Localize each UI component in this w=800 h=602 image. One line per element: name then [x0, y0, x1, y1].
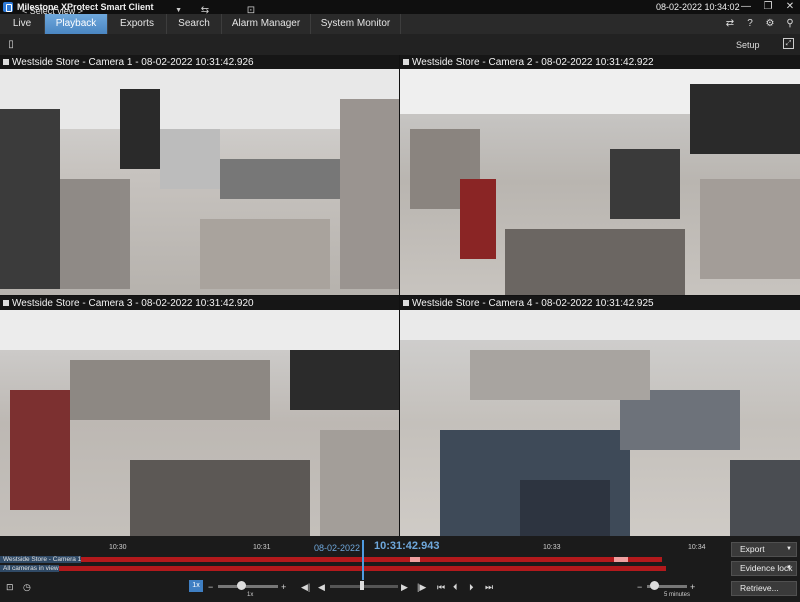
camera-tile-1[interactable]: Westside Store - Camera 1 - 08-02-2022 1…: [0, 55, 399, 295]
camera-icon: [3, 59, 9, 65]
settings-icon[interactable]: ⚙: [764, 18, 776, 30]
camera-feed-image: [400, 69, 800, 295]
zoom-slider-knob[interactable]: [650, 581, 659, 590]
all-cameras-track[interactable]: All cameras in view: [0, 565, 728, 572]
tab-system-monitor[interactable]: System Monitor: [311, 14, 401, 34]
actions-panel: Export ▼ Evidence lock ▼ Retrieve...: [728, 536, 800, 602]
track-label: All cameras in view: [0, 565, 59, 572]
tick-label: 10:31: [253, 544, 271, 551]
current-time: 10:31:42.943: [374, 540, 440, 552]
tick-label: 10:34: [688, 544, 706, 551]
speed-toggle[interactable]: 1x: [189, 580, 203, 592]
pane-toggle-icon[interactable]: ▯: [4, 38, 18, 52]
camera-feed-image: [0, 69, 399, 295]
maximize-icon[interactable]: ❐: [762, 1, 774, 13]
view-select-value: < Select view >: [22, 5, 84, 16]
workspace-tabs: Live Playback Exports Search Alarm Manag…: [0, 14, 800, 34]
view-toolbar: ▯: [0, 34, 800, 55]
timeline-date: 08-02-2022: [314, 543, 361, 553]
previous-sequence-icon[interactable]: ⏮: [437, 581, 445, 593]
retrieve-label: Retrieve...: [740, 583, 779, 593]
speed-slider[interactable]: [218, 585, 278, 588]
chevron-down-icon: ▼: [175, 7, 182, 14]
camera-title: Westside Store - Camera 3 - 08-02-2022 1…: [12, 297, 254, 309]
tick-label: 10:33: [543, 544, 561, 551]
tab-search[interactable]: Search: [167, 14, 222, 34]
camera-grid: Westside Store - Camera 1 - 08-02-2022 1…: [0, 55, 800, 536]
tick-label: 10:30: [109, 544, 127, 551]
sync-views-icon[interactable]: ⇆: [198, 4, 212, 18]
minus-icon[interactable]: −: [208, 581, 213, 593]
tab-playback[interactable]: Playback: [45, 14, 108, 34]
evidence-lock-button[interactable]: Evidence lock ▼: [731, 561, 797, 576]
close-icon[interactable]: ✕: [784, 1, 796, 13]
camera-track[interactable]: Westside Store - Camera 1: [0, 556, 728, 563]
tab-alarm-manager[interactable]: Alarm Manager: [222, 14, 311, 34]
tab-live[interactable]: Live: [0, 14, 45, 34]
playback-mode-icon[interactable]: ⊡: [6, 581, 14, 593]
camera-icon: [403, 300, 409, 306]
zoom-span-label: 5 minutes: [664, 592, 691, 598]
speed-slider-knob[interactable]: [237, 581, 246, 590]
chevron-down-icon: ▼: [786, 546, 792, 552]
previous-frame-icon[interactable]: ⏴: [453, 581, 458, 593]
camera-tile-4[interactable]: Westside Store - Camera 4 - 08-02-2022 1…: [400, 296, 800, 536]
step-back-icon[interactable]: ◀|: [301, 581, 310, 593]
export-button[interactable]: Export ▼: [731, 542, 797, 557]
step-forward-icon[interactable]: |▶: [417, 581, 426, 593]
tab-exports[interactable]: Exports: [108, 14, 167, 34]
retrieve-button[interactable]: Retrieve...: [731, 581, 797, 596]
clock: 08-02-2022 10:34:02: [656, 2, 740, 12]
help-icon[interactable]: ?: [744, 18, 756, 30]
camera-title: Westside Store - Camera 2 - 08-02-2022 1…: [412, 56, 654, 68]
playhead[interactable]: [362, 540, 364, 580]
camera-feed-image: [400, 310, 800, 536]
playback-timeline[interactable]: 10:30 10:31 08-02-2022 10:31:42.943 10:3…: [0, 536, 728, 602]
time-ruler[interactable]: 10:30 10:31 08-02-2022 10:31:42.943 10:3…: [0, 540, 728, 554]
camera-icon: [403, 59, 409, 65]
zoom-view-icon[interactable]: ⊡: [244, 4, 258, 18]
evidence-lock-label: Evidence lock: [740, 563, 793, 573]
camera-tile-2[interactable]: Westside Store - Camera 2 - 08-02-2022 1…: [400, 55, 800, 295]
time-span-icon[interactable]: ◷: [23, 581, 31, 593]
fullscreen-icon[interactable]: ⤢: [783, 38, 794, 49]
camera-title: Westside Store - Camera 1 - 08-02-2022 1…: [12, 56, 254, 68]
camera-tile-3[interactable]: Westside Store - Camera 3 - 08-02-2022 1…: [0, 296, 399, 536]
zoom-in-icon[interactable]: +: [690, 581, 695, 593]
speed-label: 1x: [247, 592, 254, 598]
camera-feed-image: [0, 310, 399, 536]
jog-knob[interactable]: [360, 581, 364, 590]
track-label: Westside Store - Camera 1: [0, 556, 82, 563]
play-reverse-icon[interactable]: ◀: [318, 581, 325, 593]
pin-icon[interactable]: ⚲: [784, 18, 796, 30]
plus-icon[interactable]: +: [281, 581, 286, 593]
camera-title: Westside Store - Camera 4 - 08-02-2022 1…: [412, 297, 654, 309]
view-select[interactable]: < Select view > ▼: [20, 4, 182, 17]
camera-icon: [3, 300, 9, 306]
app-logo-icon: [3, 2, 13, 12]
setup-button[interactable]: Setup: [736, 40, 760, 50]
user-switch-icon[interactable]: ⇄: [724, 18, 736, 30]
next-frame-icon[interactable]: ⏵: [469, 581, 474, 593]
zoom-out-icon[interactable]: −: [637, 581, 642, 593]
next-sequence-icon[interactable]: ⏭: [485, 581, 493, 593]
chevron-down-icon: ▼: [786, 565, 792, 571]
play-icon[interactable]: ▶: [401, 581, 408, 593]
export-label: Export: [740, 544, 765, 554]
minimize-icon[interactable]: —: [740, 1, 752, 13]
jog-slider[interactable]: [330, 585, 398, 588]
